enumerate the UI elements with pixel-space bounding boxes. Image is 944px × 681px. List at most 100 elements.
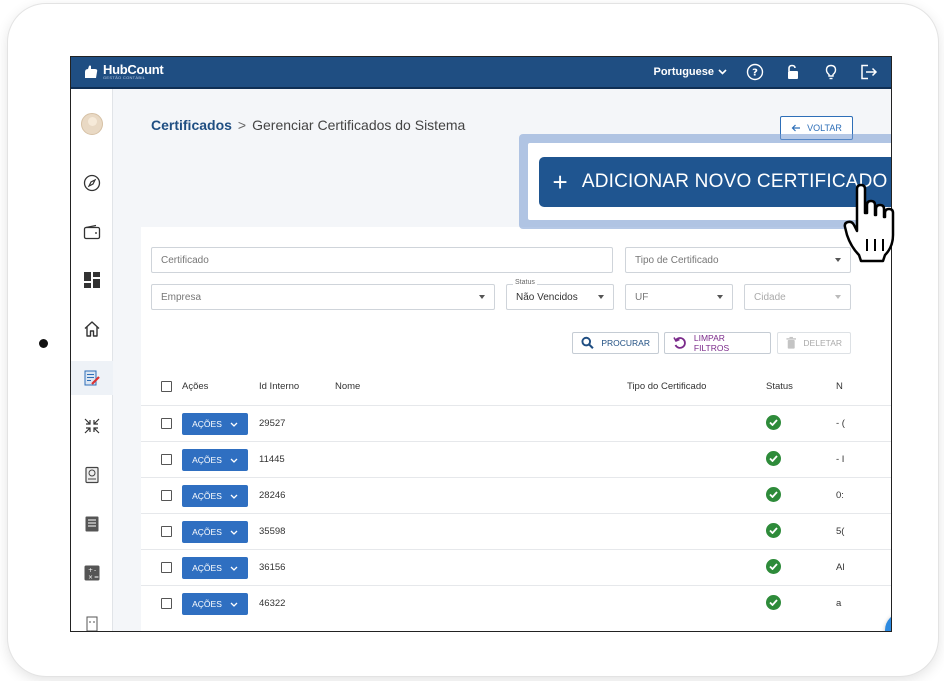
- row-actions-button[interactable]: AÇÕES: [182, 521, 248, 543]
- sidebar-item-building[interactable]: [71, 605, 113, 631]
- lightbulb-icon[interactable]: [821, 62, 841, 82]
- row-extra-cell: - I: [836, 454, 845, 465]
- delete-button[interactable]: DELETAR: [777, 332, 851, 354]
- app-screen: HubCount GESTÃO CONTÁBIL Portuguese ? + …: [70, 56, 892, 632]
- row-id-interno: 35598: [259, 526, 286, 537]
- tablet-frame: HubCount GESTÃO CONTÁBIL Portuguese ? + …: [8, 4, 938, 676]
- caret-down-icon: [598, 295, 604, 299]
- chevron-down-icon: [230, 494, 238, 499]
- sidebar-item-collapse[interactable]: [71, 409, 113, 443]
- column-header-nome: Nome: [335, 381, 361, 392]
- top-bar: HubCount GESTÃO CONTÁBIL Portuguese ?: [71, 57, 891, 89]
- sidebar: + - × =: [71, 89, 113, 631]
- row-id-interno: 46322: [259, 598, 286, 609]
- row-id-interno: 28246: [259, 490, 286, 501]
- table-row: AÇÕES 36156 Al: [141, 549, 891, 585]
- help-icon[interactable]: ?: [745, 62, 765, 82]
- page-title: Gerenciar Certificados do Sistema: [252, 117, 466, 133]
- row-actions-label: AÇÕES: [192, 527, 222, 537]
- city-select: Cidade: [744, 284, 851, 310]
- sidebar-item-dashboard[interactable]: [71, 263, 113, 297]
- add-new-certificate-button[interactable]: + ADICIONAR NOVO CERTIFICADO: [539, 157, 891, 207]
- row-actions-button[interactable]: AÇÕES: [182, 593, 248, 615]
- status-select[interactable]: Não Vencidos: [506, 284, 614, 310]
- clear-filters-button[interactable]: LIMPAR FILTROS: [664, 332, 771, 354]
- compass-icon: [83, 174, 101, 192]
- search-button[interactable]: PROCURAR: [572, 332, 659, 354]
- chevron-down-icon: [718, 69, 727, 75]
- column-header-acoes: Ações: [182, 381, 209, 392]
- main-content: Certificados > Gerenciar Certificados do…: [113, 89, 891, 631]
- row-extra-cell: 0:: [836, 490, 844, 501]
- certificate-search-input[interactable]: Certificado: [151, 247, 613, 273]
- sidebar-item-certificates[interactable]: [71, 361, 113, 395]
- sidebar-user-avatar[interactable]: [71, 107, 113, 141]
- language-selector[interactable]: Portuguese: [653, 66, 727, 78]
- sidebar-item-documents[interactable]: [71, 507, 113, 541]
- sidebar-item-home[interactable]: [71, 312, 113, 346]
- svg-text:?: ?: [752, 68, 758, 79]
- home-icon: [84, 321, 100, 337]
- uf-select[interactable]: UF: [625, 284, 733, 310]
- row-checkbox[interactable]: [161, 490, 172, 501]
- row-checkbox[interactable]: [161, 526, 172, 537]
- table-row: AÇÕES 29527 - (: [141, 405, 891, 441]
- chevron-down-icon: [230, 566, 238, 571]
- sidebar-item-wallet[interactable]: [71, 215, 113, 249]
- certificate-placeholder: Certificado: [161, 254, 209, 266]
- row-extra-cell: a: [836, 598, 842, 609]
- sidebar-item-reports[interactable]: [71, 458, 113, 492]
- search-icon: [581, 336, 594, 349]
- arrow-left-icon: [791, 124, 801, 132]
- row-actions-label: AÇÕES: [192, 563, 222, 573]
- row-actions-button[interactable]: AÇÕES: [182, 557, 248, 579]
- hand-pointer-cursor-icon: [843, 183, 895, 263]
- lock-icon[interactable]: [783, 62, 803, 82]
- logout-icon[interactable]: [859, 62, 879, 82]
- row-id-interno: 11445: [259, 454, 285, 465]
- hubcount-logo[interactable]: HubCount GESTÃO CONTÁBIL: [83, 63, 164, 80]
- row-extra-cell: Al: [836, 562, 845, 573]
- row-checkbox[interactable]: [161, 598, 172, 609]
- caret-down-icon: [479, 295, 485, 299]
- certificates-panel: Certificado Tipo de Certificado Empresa …: [141, 227, 891, 631]
- column-header-status: Status: [766, 381, 793, 392]
- column-header-tipo-certificado: Tipo do Certificado: [627, 381, 707, 392]
- building-icon: [86, 616, 98, 631]
- row-actions-label: AÇÕES: [192, 419, 222, 429]
- row-actions-button[interactable]: AÇÕES: [182, 485, 248, 507]
- breadcrumb: Certificados > Gerenciar Certificados do…: [151, 117, 465, 133]
- row-actions-button[interactable]: AÇÕES: [182, 449, 248, 471]
- row-id-interno: 29527: [259, 418, 286, 429]
- chevron-down-icon: [230, 458, 238, 463]
- clear-filters-label: LIMPAR FILTROS: [693, 333, 730, 353]
- breadcrumb-separator: >: [237, 117, 247, 133]
- column-header-id-interno: Id Interno: [259, 381, 300, 392]
- breadcrumb-certificados-link[interactable]: Certificados: [151, 117, 232, 133]
- row-actions-label: AÇÕES: [192, 599, 222, 609]
- search-button-label: PROCURAR: [601, 338, 650, 348]
- language-label: Portuguese: [653, 66, 714, 78]
- company-select[interactable]: Empresa: [151, 284, 495, 310]
- check-circle-icon: [766, 523, 781, 538]
- row-checkbox[interactable]: [161, 454, 172, 465]
- delete-button-label: DELETAR: [803, 338, 842, 348]
- certificate-type-select[interactable]: Tipo de Certificado: [625, 247, 851, 273]
- sidebar-item-calculator[interactable]: + - × =: [71, 556, 113, 590]
- svg-text:+: +: [88, 567, 93, 574]
- row-actions-button[interactable]: AÇÕES: [182, 413, 248, 435]
- row-actions-label: AÇÕES: [192, 491, 222, 501]
- check-circle-icon: [766, 559, 781, 574]
- row-checkbox[interactable]: [161, 418, 172, 429]
- add-new-certificate-label: ADICIONAR NOVO CERTIFICADO: [581, 171, 888, 192]
- row-checkbox[interactable]: [161, 562, 172, 573]
- status-value: Não Vencidos: [516, 291, 578, 303]
- select-all-checkbox[interactable]: [161, 381, 172, 392]
- camera-dot: [39, 339, 48, 348]
- chevron-down-icon: [230, 422, 238, 427]
- plus-icon: +: [552, 167, 568, 197]
- sidebar-item-explore[interactable]: [71, 166, 113, 200]
- table-row: AÇÕES 11445 - I: [141, 441, 891, 477]
- chevron-down-icon: [230, 602, 238, 607]
- status-label: Status: [513, 279, 537, 286]
